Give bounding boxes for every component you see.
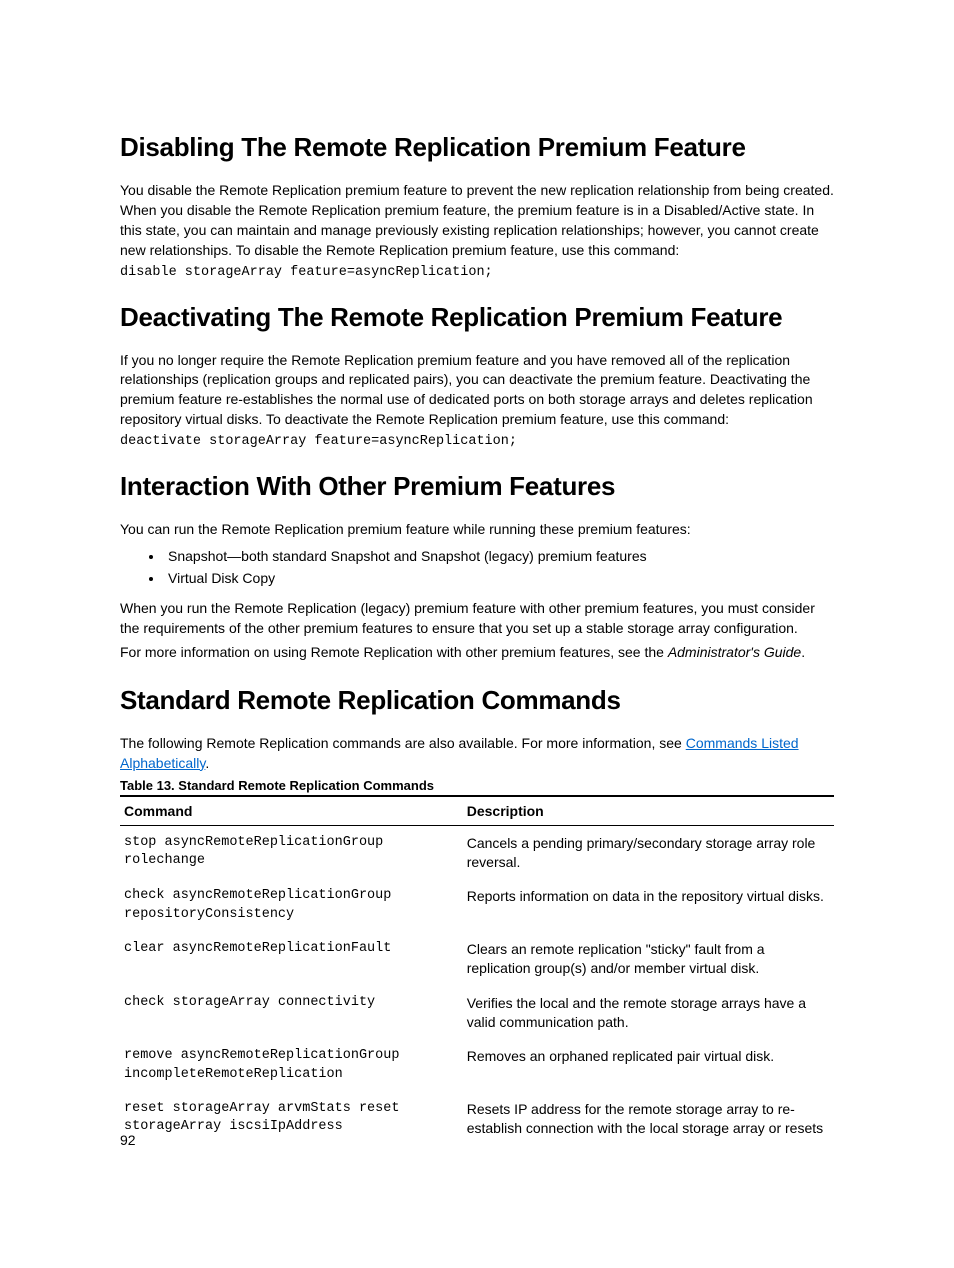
para3-pre: For more information on using Remote Rep…	[120, 644, 668, 660]
para-interaction-2: When you run the Remote Replication (leg…	[120, 599, 834, 639]
desc-cell: Removes an orphaned replicated pair virt…	[463, 1039, 834, 1091]
heading-interaction: Interaction With Other Premium Features	[120, 471, 834, 502]
table-row: check asyncRemoteReplicationGroup reposi…	[120, 879, 834, 931]
table-caption: Table 13. Standard Remote Replication Co…	[120, 778, 834, 793]
heading-standard-commands: Standard Remote Replication Commands	[120, 685, 834, 716]
para-disabling: You disable the Remote Replication premi…	[120, 181, 834, 261]
th-description: Description	[463, 796, 834, 826]
table-row: check storageArray connectivity Verifies…	[120, 986, 834, 1040]
intro-post: .	[205, 755, 209, 771]
table-row: stop asyncRemoteReplicationGroup rolecha…	[120, 825, 834, 879]
para-interaction-intro: You can run the Remote Replication premi…	[120, 520, 834, 540]
desc-cell: Resets IP address for the remote storage…	[463, 1092, 834, 1146]
cmd-cell: check storageArray connectivity	[120, 986, 463, 1040]
bullet-list: Snapshot—both standard Snapshot and Snap…	[120, 546, 834, 589]
desc-cell: Cancels a pending primary/secondary stor…	[463, 825, 834, 879]
list-item: Snapshot—both standard Snapshot and Snap…	[164, 546, 834, 568]
cmd-cell: reset storageArray arvmStats reset stora…	[120, 1092, 463, 1146]
desc-cell: Verifies the local and the remote storag…	[463, 986, 834, 1040]
heading-deactivating: Deactivating The Remote Replication Prem…	[120, 302, 834, 333]
cmd-cell: stop asyncRemoteReplicationGroup rolecha…	[120, 825, 463, 879]
desc-cell: Reports information on data in the repos…	[463, 879, 834, 931]
para-standard-intro: The following Remote Replication command…	[120, 734, 834, 774]
para-interaction-3: For more information on using Remote Rep…	[120, 643, 834, 663]
cmd-cell: check asyncRemoteReplicationGroup reposi…	[120, 879, 463, 931]
heading-disabling: Disabling The Remote Replication Premium…	[120, 132, 834, 163]
th-command: Command	[120, 796, 463, 826]
para-deactivating: If you no longer require the Remote Repl…	[120, 351, 834, 431]
commands-table: Command Description stop asyncRemoteRepl…	[120, 795, 834, 1146]
document-page: Disabling The Remote Replication Premium…	[0, 0, 954, 1268]
table-row: remove asyncRemoteReplicationGroup incom…	[120, 1039, 834, 1091]
code-deactivate: deactivate storageArray feature=asyncRep…	[120, 434, 834, 449]
cmd-cell: clear asyncRemoteReplicationFault	[120, 932, 463, 986]
intro-pre: The following Remote Replication command…	[120, 735, 686, 751]
list-item: Virtual Disk Copy	[164, 568, 834, 590]
page-number: 92	[120, 1132, 136, 1148]
para3-italic: Administrator's Guide	[668, 644, 801, 660]
table-row: reset storageArray arvmStats reset stora…	[120, 1092, 834, 1146]
cmd-cell: remove asyncRemoteReplicationGroup incom…	[120, 1039, 463, 1091]
para3-post: .	[801, 644, 805, 660]
code-disable: disable storageArray feature=asyncReplic…	[120, 265, 834, 280]
table-row: clear asyncRemoteReplicationFault Clears…	[120, 932, 834, 986]
desc-cell: Clears an remote replication "sticky" fa…	[463, 932, 834, 986]
